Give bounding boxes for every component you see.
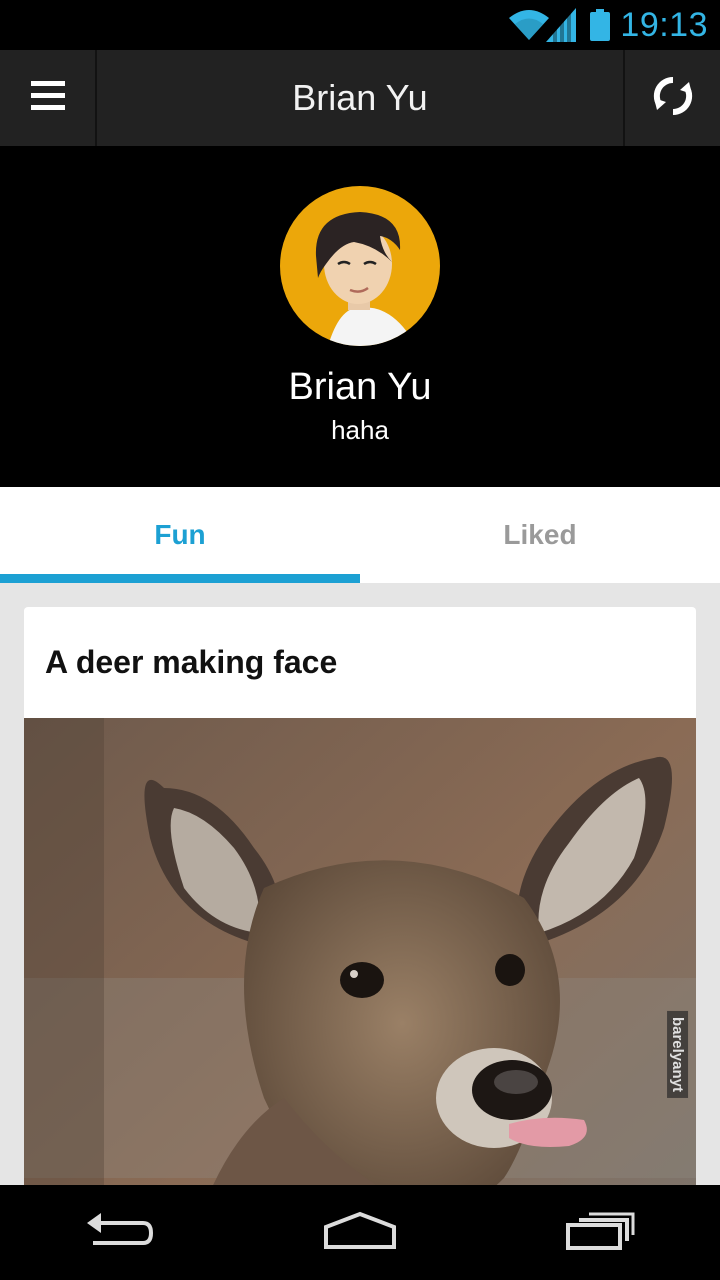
action-bar: Brian Yu xyxy=(0,50,720,146)
back-button[interactable] xyxy=(40,1185,200,1280)
post-title: A deer making face xyxy=(45,644,338,680)
image-watermark: barelyanyt xyxy=(667,1010,688,1098)
profile-status: haha xyxy=(331,415,389,445)
status-bar: 19:13 xyxy=(0,0,720,50)
tab-bar: Fun Liked xyxy=(0,487,720,583)
action-bar-title: Brian Yu xyxy=(292,77,428,118)
tab-fun[interactable]: Fun xyxy=(0,487,360,583)
tab-fun-label: Fun xyxy=(154,519,206,550)
avatar-illustration xyxy=(315,212,410,346)
wifi-icon xyxy=(508,8,550,42)
home-icon xyxy=(323,1211,397,1255)
profile-header: Brian Yu haha xyxy=(0,146,720,487)
avatar[interactable] xyxy=(280,186,440,346)
tab-liked[interactable]: Liked xyxy=(360,487,720,583)
home-button[interactable] xyxy=(280,1185,440,1280)
refresh-icon xyxy=(651,74,695,122)
navigation-bar xyxy=(0,1185,720,1280)
signal-icon xyxy=(546,8,577,42)
feed-list[interactable]: A deer making face barelyanyt xyxy=(0,583,720,1185)
profile-name: Brian Yu xyxy=(288,366,432,408)
status-time: 19:13 xyxy=(620,5,708,44)
back-icon xyxy=(85,1211,155,1255)
battery-icon xyxy=(590,9,611,41)
recent-apps-icon xyxy=(565,1211,635,1255)
recent-apps-button[interactable] xyxy=(520,1185,680,1280)
active-tab-indicator xyxy=(0,574,360,583)
post-image[interactable]: barelyanyt xyxy=(24,718,696,1185)
deer-photo xyxy=(24,718,696,1185)
menu-button[interactable] xyxy=(0,50,97,146)
refresh-button[interactable] xyxy=(623,50,720,146)
app-screen: 19:13 Brian Yu Brian Yu haha Fun Liked A… xyxy=(0,0,720,1280)
post-card[interactable]: A deer making face barelyanyt xyxy=(24,607,696,1185)
tab-liked-label: Liked xyxy=(503,519,577,550)
hamburger-menu-icon xyxy=(30,81,65,115)
